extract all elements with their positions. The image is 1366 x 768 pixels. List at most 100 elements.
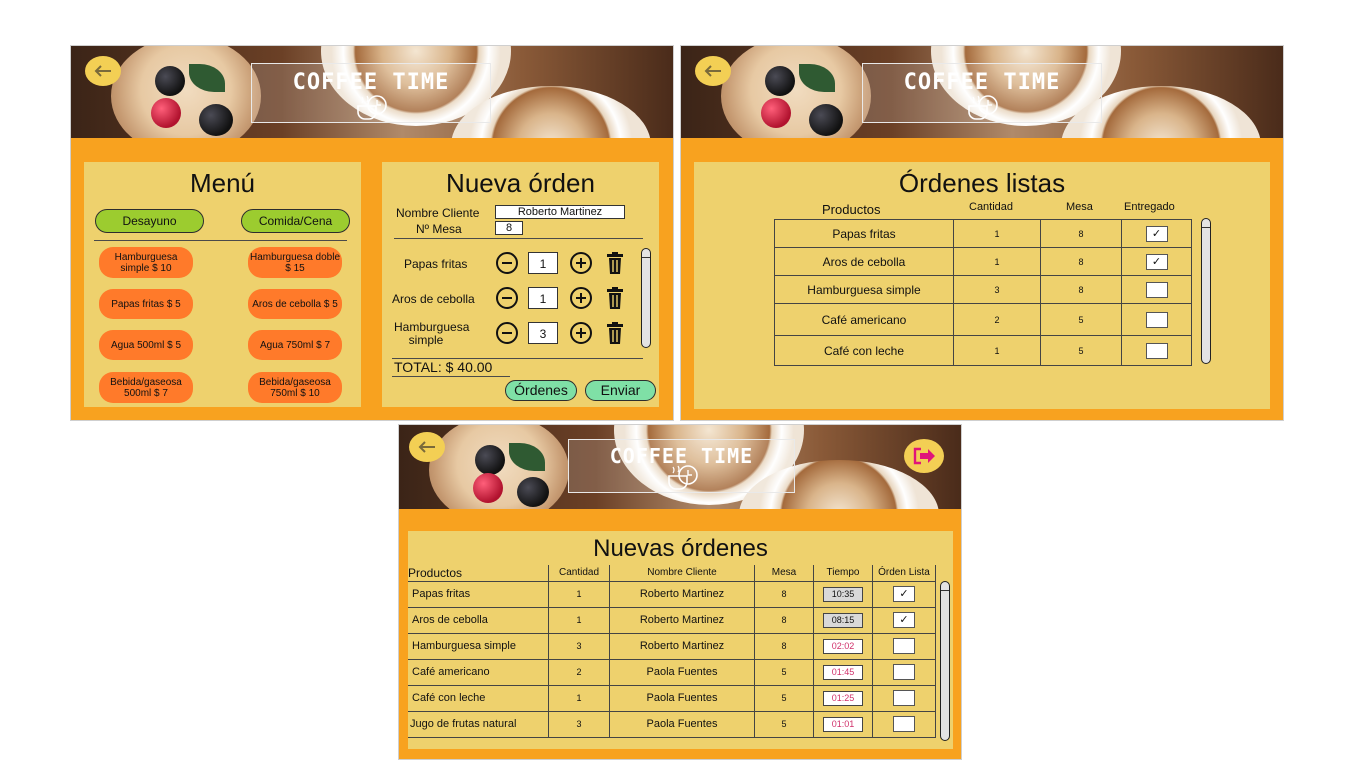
trash-icon[interactable] bbox=[606, 252, 624, 274]
hero-banner: COFFEE TIME bbox=[71, 46, 673, 138]
trash-icon[interactable] bbox=[606, 322, 624, 344]
trash-icon[interactable] bbox=[606, 287, 624, 309]
ready-cell bbox=[872, 710, 936, 738]
coffee-clock-icon bbox=[667, 465, 698, 490]
tab-comida-cena[interactable]: Comida/Cena bbox=[241, 209, 350, 233]
time-cell: 01:45 bbox=[813, 658, 873, 686]
table-number-field[interactable]: 8 bbox=[495, 221, 523, 235]
ready-cell bbox=[872, 632, 936, 660]
menu-item[interactable]: Hamburguesa doble $ 15 bbox=[248, 247, 342, 278]
plus-circle-icon[interactable] bbox=[570, 322, 592, 344]
col-mesa: Mesa bbox=[1066, 201, 1093, 213]
new-order-panel: Nueva órden Nombre Cliente Roberto Marti… bbox=[382, 162, 659, 407]
table-header: Productos Cantidad Nombre Cliente Mesa T… bbox=[408, 565, 936, 582]
ready-orders-table: Papas fritas 1 8 ✓ Aros de cebolla 1 8 ✓… bbox=[774, 219, 1192, 366]
order-ready-checkbox[interactable] bbox=[893, 638, 915, 654]
back-button[interactable] bbox=[409, 432, 445, 462]
client-name-field[interactable]: Roberto Martinez bbox=[495, 205, 625, 219]
delivered-cell bbox=[1121, 303, 1192, 336]
delivered-cell: ✓ bbox=[1121, 247, 1192, 276]
kitchen-title: Nuevas órdenes bbox=[593, 535, 768, 562]
qty-cell: 3 bbox=[953, 275, 1041, 304]
menu-item[interactable]: Agua 750ml $ 7 bbox=[248, 330, 342, 360]
qty-cell: 2 bbox=[548, 658, 610, 686]
quantity-field[interactable]: 1 bbox=[528, 287, 558, 309]
table-label: Nº Mesa bbox=[416, 222, 462, 236]
table-cell: 8 bbox=[754, 580, 814, 608]
minus-circle-icon[interactable] bbox=[496, 287, 518, 309]
tab-desayuno[interactable]: Desayuno bbox=[95, 209, 204, 233]
order-line-product: Aros de cebolla bbox=[392, 292, 475, 306]
table-row: Café americano 2 5 bbox=[774, 303, 1192, 336]
delivered-checkbox[interactable]: ✓ bbox=[1145, 253, 1168, 270]
logout-button[interactable] bbox=[904, 439, 944, 473]
ready-orders-panel: Órdenes listas Productos Cantidad Mesa E… bbox=[694, 162, 1270, 409]
kitchen-screen: COFFEE TIME Nuevas órdenes Productos Can… bbox=[398, 424, 962, 760]
table-row: Aros de cebolla 1 8 ✓ bbox=[774, 247, 1192, 276]
time-cell: 02:02 bbox=[813, 632, 873, 660]
coffee-clock-icon bbox=[357, 95, 387, 120]
time-cell: 01:25 bbox=[813, 684, 873, 712]
menu-item[interactable]: Bebida/gaseosa 500ml $ 7 bbox=[99, 372, 193, 403]
ready-cell: ✓ bbox=[872, 580, 936, 608]
plus-circle-icon[interactable] bbox=[570, 252, 592, 274]
menu-item[interactable]: Agua 500ml $ 5 bbox=[99, 330, 193, 360]
order-ready-checkbox[interactable] bbox=[893, 716, 915, 732]
qty-cell: 2 bbox=[953, 303, 1041, 336]
menu-item[interactable]: Hamburguesa simple $ 10 bbox=[99, 247, 193, 278]
blackberry bbox=[765, 66, 795, 96]
product-cell: Café americano bbox=[408, 658, 549, 686]
elapsed-time: 10:35 bbox=[823, 586, 863, 602]
product-cell: Aros de cebolla bbox=[408, 606, 549, 634]
product-cell: Papas fritas bbox=[774, 219, 954, 248]
col-productos: Productos bbox=[822, 202, 881, 217]
table-cell: 8 bbox=[754, 606, 814, 634]
delivered-checkbox[interactable] bbox=[1145, 342, 1168, 359]
menu-item[interactable]: Papas fritas $ 5 bbox=[99, 289, 193, 319]
delivered-checkbox[interactable]: ✓ bbox=[1145, 225, 1168, 242]
col-mesa: Mesa bbox=[754, 565, 814, 582]
table-cell: 5 bbox=[754, 684, 814, 712]
elapsed-time: 01:25 bbox=[823, 690, 863, 706]
qty-cell: 1 bbox=[953, 247, 1041, 276]
back-button[interactable] bbox=[85, 56, 121, 86]
quantity-field[interactable]: 1 bbox=[528, 252, 558, 274]
back-button[interactable] bbox=[695, 56, 731, 86]
quantity-field[interactable]: 3 bbox=[528, 322, 558, 344]
plus-circle-icon[interactable] bbox=[570, 287, 592, 309]
menu-item[interactable]: Aros de cebolla $ 5 bbox=[248, 289, 342, 319]
kitchen-scrollbar[interactable] bbox=[940, 581, 950, 741]
col-orden-lista: Órden Lista bbox=[872, 565, 936, 582]
order-ready-checkbox[interactable]: ✓ bbox=[893, 586, 915, 602]
qty-cell: 3 bbox=[548, 710, 610, 738]
order-ready-checkbox[interactable]: ✓ bbox=[893, 612, 915, 628]
table-row: Hamburguesa simple 3 Roberto Martinez 8 … bbox=[408, 632, 936, 660]
order-ready-checkbox[interactable] bbox=[893, 690, 915, 706]
send-button[interactable]: Enviar bbox=[585, 380, 656, 401]
logo: COFFEE TIME bbox=[862, 63, 1102, 123]
product-cell: Café con leche bbox=[774, 335, 954, 366]
minus-circle-icon[interactable] bbox=[496, 322, 518, 344]
col-tiempo: Tiempo bbox=[813, 565, 873, 582]
kitchen-orders-table: Productos Cantidad Nombre Cliente Mesa T… bbox=[408, 565, 936, 738]
delivered-checkbox[interactable] bbox=[1145, 311, 1168, 328]
order-scrollbar[interactable] bbox=[641, 248, 651, 348]
order-line-product: Papas fritas bbox=[404, 257, 468, 271]
order-ready-checkbox[interactable] bbox=[893, 664, 915, 680]
minus-circle-icon[interactable] bbox=[496, 252, 518, 274]
logout-icon bbox=[913, 447, 935, 465]
client-cell: Roberto Martinez bbox=[609, 606, 755, 634]
order-screen: COFFEE TIME Menú Desayuno Comida/Cena Ha… bbox=[70, 45, 674, 421]
delivered-checkbox[interactable] bbox=[1145, 281, 1168, 298]
orders-button[interactable]: Órdenes bbox=[505, 380, 577, 401]
menu-item[interactable]: Bebida/gaseosa 750ml $ 10 bbox=[248, 372, 342, 403]
product-cell: Jugo de frutas natural bbox=[408, 710, 549, 738]
product-cell: Hamburguesa simple bbox=[774, 275, 954, 304]
divider bbox=[94, 240, 347, 241]
ready-orders-scrollbar[interactable] bbox=[1201, 218, 1211, 364]
table-cell: 5 bbox=[1040, 303, 1122, 336]
blackberry bbox=[199, 104, 233, 136]
client-cell: Paola Fuentes bbox=[609, 684, 755, 712]
blackberry bbox=[809, 104, 843, 136]
table-cell: 5 bbox=[754, 658, 814, 686]
